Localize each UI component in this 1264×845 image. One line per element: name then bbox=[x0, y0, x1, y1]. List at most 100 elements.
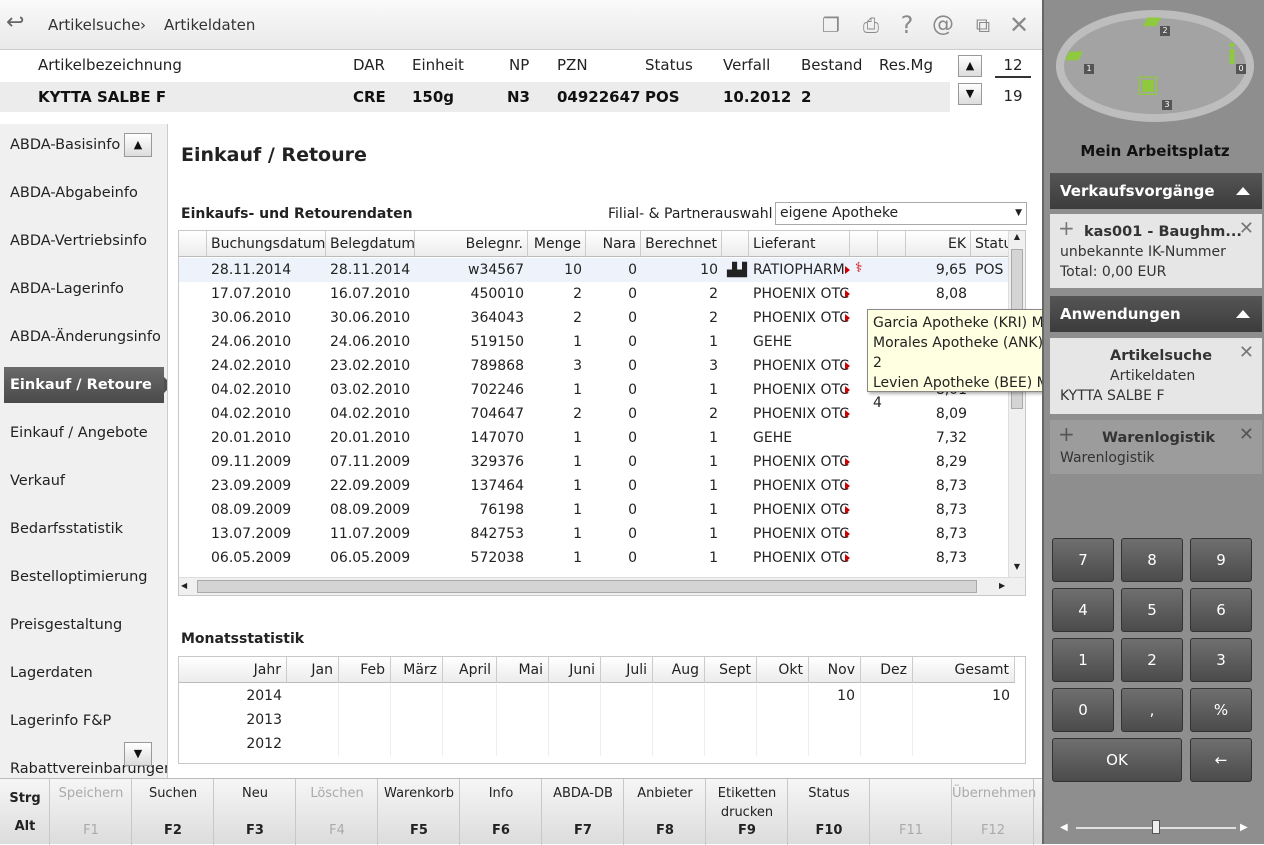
table-row[interactable]: 20.01.2010 20.01.2010 147070 1 0 1 GEHE 7,32 bbox=[179, 426, 1009, 450]
plus-icon[interactable]: + bbox=[1058, 422, 1075, 446]
table-row[interactable]: 17.07.2010 16.07.2010 450010 2 0 2 PHOENIX OTC… bbox=[179, 282, 1009, 306]
close-icon[interactable]: ✕ bbox=[1006, 12, 1032, 38]
value-dar: CRE bbox=[353, 88, 386, 106]
column-header-partner[interactable] bbox=[850, 231, 878, 257]
filial-select[interactable]: eigene Apotheke ▼ bbox=[775, 202, 1027, 225]
section-anwendungen[interactable]: Anwendungen bbox=[1050, 296, 1262, 332]
numpad-key[interactable]: , bbox=[1121, 688, 1183, 732]
back-arrow-icon[interactable]: ↩ bbox=[6, 10, 36, 38]
column-header-nara[interactable]: Nara bbox=[586, 231, 641, 257]
numpad-key[interactable]: 6 bbox=[1190, 588, 1252, 632]
function-key-alt[interactable]: Strg Alt bbox=[0, 779, 50, 845]
column-header-buchungsdatum[interactable]: Buchungsdatum bbox=[207, 231, 326, 257]
numpad-backspace-button[interactable]: ← bbox=[1190, 738, 1252, 782]
at-icon[interactable]: @ bbox=[930, 12, 956, 38]
close-icon[interactable]: ✕ bbox=[1239, 218, 1254, 239]
nav-item-lagerdaten[interactable]: Lagerdaten bbox=[4, 655, 164, 691]
numpad-key[interactable]: 0 bbox=[1052, 688, 1114, 732]
function-key-f2[interactable]: Suchen F2 bbox=[132, 779, 214, 845]
numpad-key[interactable]: 4 bbox=[1052, 588, 1114, 632]
numpad-key[interactable]: 8 bbox=[1121, 538, 1183, 582]
numpad-key[interactable]: 1 bbox=[1052, 638, 1114, 682]
nav-item-lagerinfo-fp[interactable]: Lagerinfo F&P bbox=[4, 703, 164, 739]
red-marker-icon bbox=[845, 530, 850, 538]
function-key-f5[interactable]: Warenkorb F5 bbox=[378, 779, 460, 845]
slider-left-icon[interactable]: ◀ bbox=[1060, 822, 1068, 833]
value-pzn: 04922647 bbox=[557, 88, 641, 106]
app-card-warenlogistik[interactable]: + Warenlogistik ✕ Warenlogistik bbox=[1050, 420, 1262, 474]
function-key-f3[interactable]: Neu F3 bbox=[214, 779, 296, 845]
nav-item-abda-aenderungsinfo[interactable]: ABDA-Änderungsinfo bbox=[4, 319, 164, 355]
scroll-left-arrow-icon[interactable]: ◀ bbox=[181, 579, 195, 593]
scroll-down-arrow-icon[interactable]: ▼ bbox=[1010, 562, 1024, 576]
scroll-down-icon[interactable]: ▼ bbox=[958, 83, 982, 105]
monthly-cell bbox=[443, 708, 497, 732]
scroll-up-arrow-icon[interactable]: ▲ bbox=[1010, 232, 1024, 246]
column-header-ek[interactable]: EK bbox=[906, 231, 971, 257]
function-key-code: F5 bbox=[410, 823, 428, 838]
numpad-key[interactable]: % bbox=[1190, 688, 1252, 732]
numpad-key[interactable]: 9 bbox=[1190, 538, 1252, 582]
breadcrumb-parent[interactable]: Artikelsuche bbox=[48, 16, 140, 34]
nav-item-abda-vertriebsinfo[interactable]: ABDA-Vertriebsinfo bbox=[4, 223, 164, 259]
section-verkaufsvorgaenge[interactable]: Verkaufsvorgänge bbox=[1050, 173, 1262, 209]
nav-item-einkauf-angebote[interactable]: Einkauf / Angebote bbox=[4, 415, 164, 451]
numpad-key[interactable]: 3 bbox=[1190, 638, 1252, 682]
table-row[interactable]: 08.09.2009 08.09.2009 76198 1 0 1 PHOENIX OTC 8… bbox=[179, 498, 1009, 522]
scroll-right-arrow-icon[interactable]: ▶ bbox=[999, 579, 1013, 593]
function-key-f12[interactable]: Übernehmen F12 bbox=[952, 779, 1036, 845]
column-header-icon[interactable] bbox=[722, 231, 749, 257]
nav-item-preisgestaltung[interactable]: Preisgestaltung bbox=[4, 607, 164, 643]
window-icon[interactable]: ⧉ bbox=[970, 12, 996, 38]
function-key-f11[interactable]: F11 bbox=[870, 779, 952, 845]
numpad-key[interactable]: 5 bbox=[1121, 588, 1183, 632]
table-row[interactable]: 06.05.2009 06.05.2009 572038 1 0 1 PHOENIX OTC… bbox=[179, 546, 1009, 570]
table-cell: 0 bbox=[628, 430, 637, 446]
column-header-lieferant[interactable]: Lieferant bbox=[749, 231, 850, 257]
copy-icon[interactable]: ❐ bbox=[818, 12, 844, 38]
help-icon[interactable]: ? bbox=[894, 12, 920, 38]
function-key-f4[interactable]: Löschen F4 bbox=[296, 779, 378, 845]
zoom-slider-thumb[interactable] bbox=[1152, 820, 1160, 834]
nav-item-verkauf[interactable]: Verkauf bbox=[4, 463, 164, 499]
nav-scroll-up-icon[interactable]: ▲ bbox=[124, 133, 152, 157]
label-resmg: Res.Mg bbox=[879, 56, 934, 74]
function-key-f1[interactable]: Speichern F1 bbox=[50, 779, 132, 845]
sale-card[interactable]: + kas001 - Baughm... ✕ unbekannte IK-Num… bbox=[1050, 214, 1262, 288]
close-icon[interactable]: ✕ bbox=[1239, 424, 1254, 445]
column-header-flag[interactable] bbox=[878, 231, 906, 257]
column-header-berechnet[interactable]: Berechnet bbox=[641, 231, 722, 257]
nav-item-bestelloptimierung[interactable]: Bestelloptimierung bbox=[4, 559, 164, 595]
print-icon[interactable]: ⎙ bbox=[858, 12, 884, 38]
nav-item-abda-lagerinfo[interactable]: ABDA-Lagerinfo bbox=[4, 271, 164, 307]
nav-item-bedarfsstatistik[interactable]: Bedarfsstatistik bbox=[4, 511, 164, 547]
windows-icon[interactable]: ▣ bbox=[1130, 70, 1166, 100]
app-card-artikelsuche[interactable]: Artikelsuche ✕ Artikeldaten KYTTA SALBE … bbox=[1050, 338, 1262, 414]
column-header-menge[interactable]: Menge bbox=[528, 231, 586, 257]
function-key-f8[interactable]: Anbieter F8 bbox=[624, 779, 706, 845]
function-key-f9[interactable]: Etiketten drucken F9 bbox=[706, 779, 788, 845]
plus-icon[interactable]: + bbox=[1058, 216, 1075, 240]
scroll-up-icon[interactable]: ▲ bbox=[958, 55, 982, 77]
column-header-belegnr[interactable]: Belegnr. bbox=[415, 231, 528, 257]
nav-scroll-down-icon[interactable]: ▼ bbox=[124, 742, 152, 766]
slider-right-icon[interactable]: ▶ bbox=[1240, 822, 1248, 833]
function-key-f6[interactable]: Info F6 bbox=[460, 779, 542, 845]
table-horizontal-scrollbar[interactable]: ◀ ▶ bbox=[179, 577, 1025, 595]
numpad-key[interactable]: 7 bbox=[1052, 538, 1114, 582]
partner-info-icon[interactable]: ⚕ bbox=[855, 260, 863, 276]
table-row[interactable]: 13.07.2009 11.07.2009 842753 1 0 1 PHOENIX OTC… bbox=[179, 522, 1009, 546]
nav-item-abda-abgabeinfo[interactable]: ABDA-Abgabeinfo bbox=[4, 175, 164, 211]
numpad-ok-button[interactable]: OK bbox=[1052, 738, 1182, 782]
nav-item-einkauf-retoure[interactable]: Einkauf / Retoure bbox=[4, 367, 167, 403]
close-icon[interactable]: ✕ bbox=[1239, 342, 1254, 363]
horizontal-scroll-thumb[interactable] bbox=[197, 580, 977, 593]
table-row[interactable]: 09.11.2009 07.11.2009 329376 1 0 1 PHOENIX OTC… bbox=[179, 450, 1009, 474]
table-row[interactable]: 23.09.2009 22.09.2009 137464 1 0 1 PHOENIX OTC… bbox=[179, 474, 1009, 498]
table-row[interactable]: 28.11.2014 28.11.2014 w34567 10 0 10 RATIOPHAR… bbox=[179, 258, 1009, 282]
column-header-belegdatum[interactable]: Belegdatum bbox=[326, 231, 415, 257]
function-key-f10[interactable]: Status F10 bbox=[788, 779, 870, 845]
numpad-key[interactable]: 2 bbox=[1121, 638, 1183, 682]
function-key-f7[interactable]: ABDA-DB F7 bbox=[542, 779, 624, 845]
table-cell: 1 bbox=[573, 454, 582, 470]
